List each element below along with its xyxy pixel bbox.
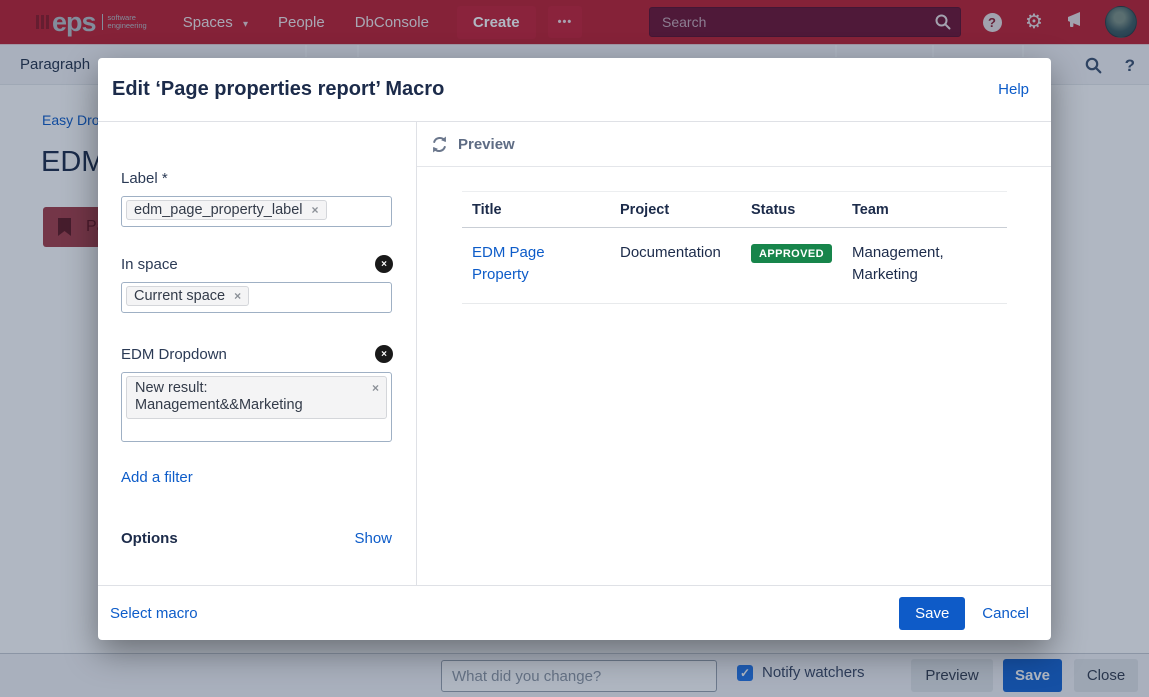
refresh-icon — [430, 135, 449, 154]
cell-project: Documentation — [610, 228, 741, 303]
remove-chip-icon[interactable]: × — [372, 380, 379, 397]
dropdown-chip-line2: Management&&Marketing — [135, 397, 303, 413]
clear-space-field-icon[interactable]: × — [375, 255, 393, 273]
clear-dropdown-field-icon[interactable]: × — [375, 345, 393, 363]
label-field-label: Label * — [121, 170, 392, 187]
app-root: eps software engineering Spaces ▾ People… — [0, 0, 1149, 697]
table-header-row: Title Project Status Team — [462, 192, 1007, 228]
save-button[interactable]: Save — [899, 597, 965, 630]
cell-status: APPROVED — [741, 228, 842, 303]
column-header-status: Status — [741, 192, 842, 227]
status-badge: APPROVED — [751, 244, 832, 263]
cell-team: Management, Marketing — [842, 228, 1007, 303]
team-text: Management, Marketing — [852, 242, 974, 286]
column-header-team: Team — [842, 192, 1007, 227]
dropdown-field-label: EDM Dropdown × — [121, 346, 392, 363]
space-field-label-text: In space — [121, 256, 178, 273]
space-chip-text: Current space — [134, 288, 225, 304]
remove-chip-icon[interactable]: × — [312, 203, 319, 217]
preview-table: Title Project Status Team EDM Page Prope… — [462, 191, 1007, 304]
preview-pane: Preview Title Project Status Team EDM Pa… — [417, 122, 1051, 585]
column-header-title: Title — [462, 192, 610, 227]
column-header-project: Project — [610, 192, 741, 227]
refresh-preview-button[interactable] — [430, 135, 449, 154]
space-field-label: In space × — [121, 256, 392, 273]
options-row: Options Show — [121, 530, 392, 547]
show-options-link[interactable]: Show — [354, 530, 392, 547]
help-link[interactable]: Help — [998, 81, 1029, 98]
space-field-input[interactable]: Current space × — [121, 282, 392, 313]
dialog-footer: Select macro Save Cancel — [98, 585, 1051, 640]
page-link[interactable]: EDM Page Property — [472, 242, 584, 286]
cancel-link[interactable]: Cancel — [982, 605, 1029, 622]
table-row: EDM Page Property Documentation APPROVED… — [462, 228, 1007, 304]
dropdown-field-label-text: EDM Dropdown — [121, 346, 227, 363]
options-label: Options — [121, 530, 178, 547]
dialog-header: Edit ‘Page properties report’ Macro Help — [98, 58, 1051, 122]
cell-title: EDM Page Property — [462, 228, 610, 303]
dropdown-chip: New result: Management&&Marketing × — [126, 376, 387, 419]
macro-parameters-pane: Label * edm_page_property_label × In spa… — [98, 122, 417, 585]
preview-title: Preview — [458, 136, 515, 153]
dialog-body: Label * edm_page_property_label × In spa… — [98, 122, 1051, 585]
label-field-input[interactable]: edm_page_property_label × — [121, 196, 392, 227]
select-macro-link[interactable]: Select macro — [110, 605, 198, 622]
preview-header: Preview — [417, 122, 1051, 167]
dialog-footer-actions: Save Cancel — [899, 597, 1029, 630]
remove-chip-icon[interactable]: × — [234, 289, 241, 303]
dialog-title: Edit ‘Page properties report’ Macro — [112, 78, 444, 101]
label-field-label-text: Label * — [121, 170, 168, 187]
label-chip: edm_page_property_label × — [126, 200, 327, 220]
space-chip: Current space × — [126, 286, 249, 306]
dropdown-field-input[interactable]: New result: Management&&Marketing × — [121, 372, 392, 442]
dropdown-chip-line1: New result: — [135, 380, 208, 396]
edit-macro-dialog: Edit ‘Page properties report’ Macro Help… — [98, 58, 1051, 640]
label-chip-text: edm_page_property_label — [134, 202, 303, 218]
add-filter-link[interactable]: Add a filter — [121, 469, 193, 486]
